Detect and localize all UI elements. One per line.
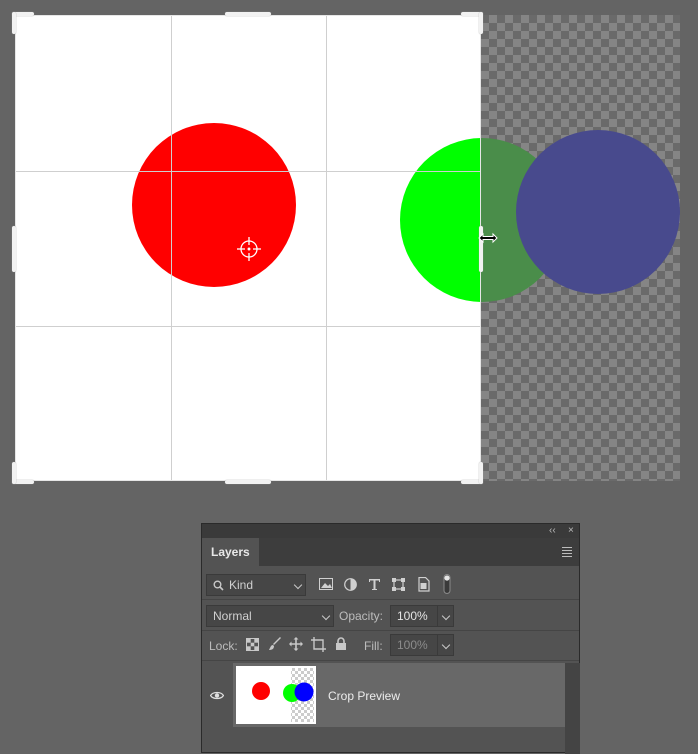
layer-name[interactable]: Crop Preview xyxy=(328,689,400,703)
fill-input[interactable]: 100% xyxy=(390,634,454,656)
layer-thumbnail-image xyxy=(238,668,314,722)
chevron-down-icon xyxy=(321,611,331,621)
lock-position-icon[interactable] xyxy=(289,637,303,651)
crop-handle-bottom-left[interactable] xyxy=(12,462,16,484)
filter-kind-label: Kind xyxy=(229,578,254,592)
eye-icon[interactable] xyxy=(210,691,224,700)
lock-all-icon[interactable] xyxy=(335,637,347,651)
crop-handle-top-left[interactable] xyxy=(12,12,16,34)
opacity-label: Opacity: xyxy=(339,609,384,623)
blend-mode-value: Normal xyxy=(213,609,252,623)
canvas-artwork xyxy=(15,15,680,481)
crop-handle-bottom[interactable] xyxy=(225,480,271,484)
crop-handle-left[interactable] xyxy=(12,226,16,272)
chevron-down-icon xyxy=(441,611,451,621)
lock-label: Lock: xyxy=(209,639,238,653)
lock-image-pixels-icon[interactable] xyxy=(268,637,282,651)
opacity-input[interactable]: 100% xyxy=(390,605,454,627)
blend-mode-select[interactable]: Normal xyxy=(206,605,334,627)
fill-value: 100% xyxy=(397,638,428,652)
layer-row[interactable]: Crop Preview xyxy=(233,663,565,727)
blue-circle-dimmed xyxy=(516,130,680,294)
search-icon xyxy=(213,580,224,591)
shape-icon[interactable] xyxy=(392,578,405,591)
lock-artboard-icon[interactable] xyxy=(311,637,326,652)
tab-layers[interactable]: Layers xyxy=(202,538,259,566)
crop-handle-bottom-right[interactable] xyxy=(479,462,483,484)
layers-scrollbar[interactable] xyxy=(565,663,580,754)
layers-panel: ‹‹ × Layers Kind Normal Opacity: 100% Lo… xyxy=(201,523,580,754)
document-canvas[interactable] xyxy=(15,15,680,481)
filter-toggle-icon[interactable] xyxy=(443,574,451,594)
lock-transparent-pixels-icon[interactable] xyxy=(246,638,259,651)
chevron-down-icon xyxy=(441,640,451,650)
panel-divider xyxy=(202,630,579,631)
chevron-down-icon xyxy=(293,580,303,590)
layer-thumbnail xyxy=(236,666,316,724)
panel-divider xyxy=(202,599,579,600)
fill-label: Fill: xyxy=(364,639,383,653)
panel-title-bar[interactable]: ‹‹ × xyxy=(202,524,579,538)
panel-tab-bar: Layers xyxy=(202,538,579,566)
opacity-value: 100% xyxy=(397,609,428,623)
panel-menu-icon[interactable] xyxy=(562,547,572,559)
image-icon[interactable] xyxy=(319,578,333,590)
type-icon[interactable] xyxy=(368,578,381,591)
smart-object-icon[interactable] xyxy=(417,577,430,592)
layer-visibility-column xyxy=(202,663,233,727)
resize-cursor-icon xyxy=(478,232,498,244)
red-circle xyxy=(132,123,296,287)
layer-filter-kind[interactable]: Kind xyxy=(206,574,306,596)
crop-handle-top-right[interactable] xyxy=(479,12,483,34)
close-panel-icon[interactable]: × xyxy=(568,524,574,538)
collapse-panel-icon[interactable]: ‹‹ xyxy=(549,524,556,538)
adjustment-icon[interactable] xyxy=(344,578,357,591)
crop-handle-top[interactable] xyxy=(225,12,271,16)
panel-divider xyxy=(202,660,579,661)
